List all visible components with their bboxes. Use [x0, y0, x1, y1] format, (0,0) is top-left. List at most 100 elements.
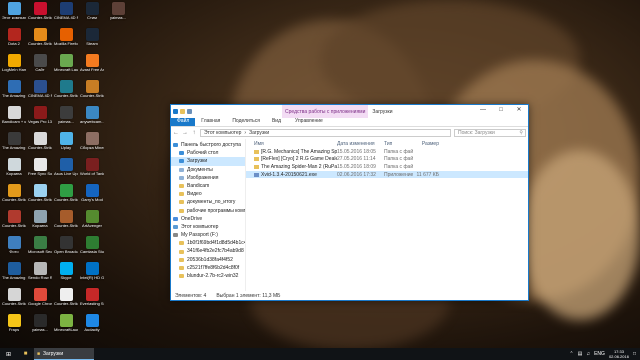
- desktop-shortcut[interactable]: Audacity: [80, 314, 104, 340]
- desktop-shortcut[interactable]: Fraps: [2, 314, 26, 340]
- nav-item[interactable]: Этот компьютер: [171, 223, 245, 231]
- desktop-shortcut[interactable]: Counter-Strike 1.6: [28, 184, 52, 210]
- nav-item[interactable]: 1b0f1f69bd4f1d8d5d4b1c4: [171, 239, 245, 247]
- desktop-shortcut[interactable]: Everlasting Summer: [80, 288, 104, 314]
- desktop-shortcut[interactable]: Sendo Row Ra: [28, 262, 52, 288]
- file-row[interactable]: [ReFlex] [Cryo] 2 R.G Game Dealer 27.05.2…: [246, 156, 528, 164]
- column-date[interactable]: Дата изменения: [337, 141, 384, 147]
- tab-view[interactable]: Вид: [266, 117, 287, 126]
- desktop-shortcut[interactable]: ArtAvenger: [80, 210, 104, 236]
- desktop-shortcut[interactable]: Avast Free Antivirus: [80, 54, 104, 80]
- desktop-shortcut[interactable]: Этот компьютер: [2, 2, 26, 28]
- desktop-shortcut[interactable]: Counter-Strike 1.6 (T...: [28, 132, 52, 158]
- nav-item[interactable]: Загрузки: [171, 157, 245, 166]
- desktop-shortcut[interactable]: Free Sync Sound Pack: [28, 158, 52, 184]
- desktop-shortcut[interactable]: Skype: [54, 262, 78, 288]
- up-arrow-icon[interactable]: ↑: [191, 130, 197, 136]
- address-bar[interactable]: Этот компьютер › Загрузки: [200, 129, 451, 137]
- nav-item[interactable]: Документы: [171, 166, 245, 174]
- desktop-shortcut[interactable]: Counter-Strike 1.6...: [54, 80, 78, 106]
- nav-item[interactable]: Bandicam: [171, 182, 245, 190]
- desktop-shortcut[interactable]: CINEMA 4D R14: [54, 2, 78, 28]
- minimize-button[interactable]: —: [474, 105, 492, 115]
- nav-item[interactable]: Видео: [171, 190, 245, 198]
- desktop-shortcut[interactable]: Counter-Strike 1.6: [28, 28, 52, 54]
- network-icon[interactable]: ▤: [578, 351, 583, 357]
- desktop-shortcut[interactable]: yaimas...: [106, 2, 130, 28]
- desktop-shortcut[interactable]: Counter-Strike...: [54, 288, 78, 314]
- nav-item[interactable]: OneDrive: [171, 215, 245, 223]
- desktop-shortcut[interactable]: The Amazing Spider-Man 2: [2, 262, 26, 288]
- quick-access-undo-icon[interactable]: [187, 109, 192, 114]
- desktop-shortcut[interactable]: Mozilla Firefox: [54, 28, 78, 54]
- desktop-shortcut[interactable]: Counter-Strike Global...: [28, 2, 52, 28]
- close-button[interactable]: ✕: [510, 105, 528, 115]
- nav-item[interactable]: Панель быстрого доступа: [171, 141, 245, 149]
- desktop-shortcut[interactable]: yaimas...: [54, 106, 78, 132]
- desktop-shortcut[interactable]: Counter-Strike 1.6 (T...: [54, 210, 78, 236]
- desktop-shortcut[interactable]: Корзина: [2, 158, 26, 184]
- notifications-icon[interactable]: □: [633, 351, 636, 357]
- clock[interactable]: 17:33 02.06.2016: [609, 349, 629, 359]
- desktop-shortcut[interactable]: Asus Live Update 3: [54, 158, 78, 184]
- title-bar[interactable]: Средства работы с приложениями Загрузки …: [171, 105, 528, 118]
- desktop-shortcut[interactable]: The Amazing Spider-Man 2: [2, 80, 26, 106]
- tab-home[interactable]: Главная: [195, 117, 226, 126]
- nav-item[interactable]: c2521f7ffe8f6b2d4c8f0f: [171, 264, 245, 272]
- quick-access-properties-icon[interactable]: [180, 109, 185, 114]
- desktop-shortcut[interactable]: World of Tanks: [80, 158, 104, 184]
- language-indicator[interactable]: ENG: [594, 351, 605, 357]
- file-row[interactable]: The Amazing Spider-Man 2 (RuPack.in S...…: [246, 163, 528, 171]
- volume-icon[interactable]: ♫: [586, 351, 590, 357]
- desktop-shortcut[interactable]: Counter-Strike 1.6: [2, 288, 26, 314]
- explorer-taskbar-icon[interactable]: ■: [17, 348, 34, 360]
- column-size[interactable]: Размер: [413, 141, 439, 147]
- desktop-shortcut[interactable]: Counter-Strike 1.6 Ed...: [54, 184, 78, 210]
- show-hidden-icons-icon[interactable]: ⌃: [569, 351, 573, 357]
- desktop-shortcut[interactable]: Garry's Mod: [80, 184, 104, 210]
- nav-item[interactable]: blundur-2.7b-rc2-win32: [171, 272, 245, 280]
- context-tab-app-tools[interactable]: Средства работы с приложениями: [282, 105, 369, 118]
- nav-item[interactable]: Изображения: [171, 174, 245, 182]
- desktop-shortcut[interactable]: Uplay: [54, 132, 78, 158]
- desktop-shortcut[interactable]: Counter-Strike Source: [2, 210, 26, 236]
- desktop-shortcut[interactable]: Open Broadcast...: [54, 236, 78, 262]
- desktop-shortcut[interactable]: yaimas...: [28, 314, 52, 340]
- desktop-shortcut[interactable]: Counter-Strike Global...: [80, 80, 104, 106]
- desktop-shortcut[interactable]: Vegas Pro 13.0 (64...: [28, 106, 52, 132]
- forward-arrow-icon[interactable]: →: [182, 130, 188, 136]
- desktop-shortcut[interactable]: anywebcam...: [80, 106, 104, 132]
- desktop-shortcut[interactable]: Intel(R) HD Graphics C...: [80, 262, 104, 288]
- file-row[interactable]: Xvid-1.3.4-20150621.exe 02.06.2016 17:32 П…: [246, 170, 528, 179]
- nav-item[interactable]: 20536b1d38fa4f4f52: [171, 256, 245, 264]
- desktop-shortcut[interactable]: Counter-Strike Global...: [2, 184, 26, 210]
- desktop-shortcut[interactable]: Microsoft Security Ess...: [28, 236, 52, 262]
- desktop-shortcut[interactable]: Google Chrome: [28, 288, 52, 314]
- desktop-shortcut[interactable]: MinecraftLauncher: [54, 314, 78, 340]
- desktop-shortcut[interactable]: LogMeIn Hamachi: [2, 54, 26, 80]
- nav-item[interactable]: документы_по_итогу: [171, 198, 245, 206]
- desktop-shortcut[interactable]: Сайт: [28, 54, 52, 80]
- desktop-shortcut[interactable]: Steam: [80, 28, 104, 54]
- nav-item[interactable]: My Passport (F:): [171, 231, 245, 239]
- nav-item[interactable]: Рабочий стол: [171, 149, 245, 157]
- desktop-shortcut[interactable]: Bandicam + ключ: [2, 106, 26, 132]
- search-input[interactable]: Поиск: Загрузки ⚲: [454, 129, 526, 137]
- desktop-shortcut[interactable]: Фото: [2, 236, 26, 262]
- tab-manage[interactable]: Управление: [289, 117, 329, 126]
- desktop-shortcut[interactable]: CINEMA 4D R14 64 Bit: [28, 80, 52, 106]
- nav-item[interactable]: 341f6e4fb2e2fc7b4ab9d8: [171, 247, 245, 255]
- start-button[interactable]: ⊞: [0, 348, 17, 360]
- maximize-button[interactable]: □: [492, 105, 510, 115]
- desktop-shortcut[interactable]: The Amazing Spider-Man 2: [2, 132, 26, 158]
- desktop-shortcut[interactable]: Minecraft Launcher: [54, 54, 78, 80]
- breadcrumb-this-pc[interactable]: Этот компьютер: [204, 130, 241, 136]
- tab-share[interactable]: Поделиться: [226, 117, 266, 126]
- desktop-shortcut[interactable]: Корзина: [28, 210, 52, 236]
- back-arrow-icon[interactable]: ←: [173, 130, 179, 136]
- file-row[interactable]: [R.G. Mechanics] The Amazing Spider-Man …: [246, 148, 528, 156]
- desktop-shortcut[interactable]: Dota 2: [2, 28, 26, 54]
- taskbar-app-downloads[interactable]: ■ Загрузки: [34, 348, 94, 360]
- desktop-shortcut[interactable]: Сборка Minecraft: [80, 132, 104, 158]
- quick-access-save-icon[interactable]: [173, 109, 178, 114]
